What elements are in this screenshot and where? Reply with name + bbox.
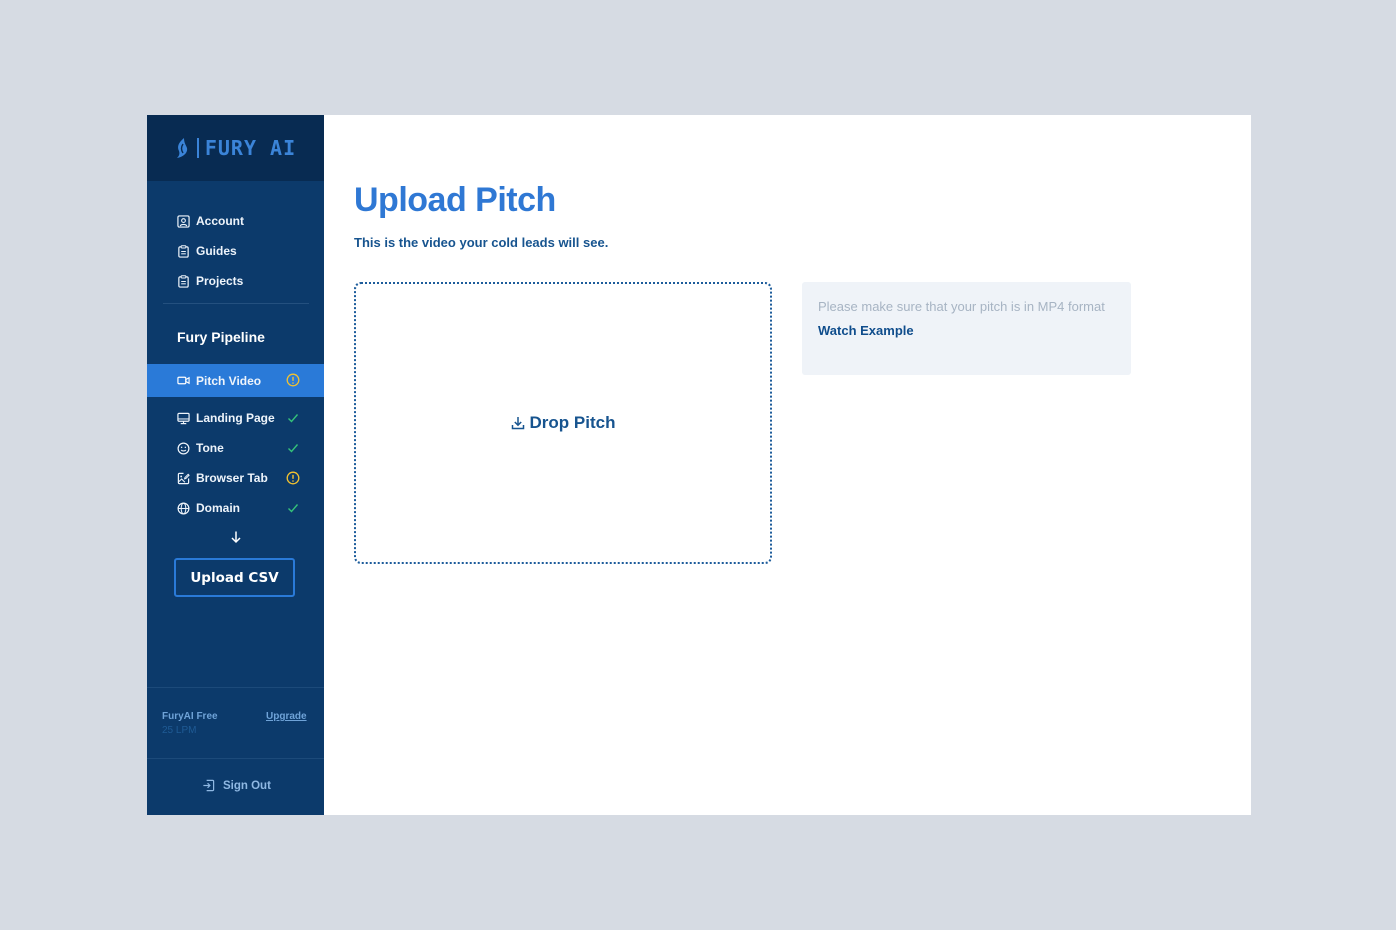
image-edit-icon bbox=[177, 472, 190, 484]
page-subtitle: This is the video your cold leads will s… bbox=[354, 235, 609, 250]
nav-item-account[interactable]: Account bbox=[177, 206, 244, 236]
brand-header: FURY AI bbox=[147, 115, 324, 181]
nav-divider bbox=[163, 303, 309, 304]
pipeline-item-content: Pitch Video bbox=[177, 374, 261, 388]
pipeline-item-tone[interactable]: Tone bbox=[147, 433, 324, 463]
pitch-dropzone[interactable]: Drop Pitch bbox=[354, 282, 772, 564]
pipeline-item-browser-tab[interactable]: Browser Tab bbox=[147, 463, 324, 493]
pipeline-item-label: Pitch Video bbox=[196, 373, 262, 388]
sign-out-label: Sign Out bbox=[223, 779, 271, 792]
nav-item-label: Projects bbox=[196, 274, 244, 288]
pipeline-item-label: Tone bbox=[196, 441, 224, 455]
arrow-down-icon bbox=[231, 531, 241, 544]
plan-limit: 25 LPM bbox=[162, 725, 197, 736]
pipeline-item-content: Domain bbox=[177, 501, 240, 515]
page-title: Upload Pitch bbox=[354, 181, 556, 219]
flame-logo-icon bbox=[176, 138, 187, 158]
globe-icon bbox=[177, 502, 190, 514]
signout-divider bbox=[147, 758, 324, 759]
sidebar: FURY AI Account Guides Projects Fury Pip… bbox=[147, 115, 324, 815]
pipeline-item-domain[interactable]: Domain bbox=[147, 493, 324, 523]
monitor-icon bbox=[177, 412, 190, 424]
pipeline-item-label: Domain bbox=[196, 501, 241, 515]
check-icon bbox=[288, 414, 299, 423]
nav-item-guides[interactable]: Guides bbox=[177, 236, 244, 266]
clipboard-icon bbox=[178, 274, 189, 288]
warning-icon bbox=[286, 373, 300, 387]
pipeline-item-content: Tone bbox=[177, 441, 224, 455]
app-window: FURY AI Account Guides Projects Fury Pip… bbox=[147, 115, 1251, 815]
warning-icon bbox=[286, 471, 300, 485]
check-icon bbox=[288, 504, 299, 513]
pipeline-title: Fury Pipeline bbox=[177, 329, 265, 345]
pipeline-item-label: Browser Tab bbox=[196, 471, 268, 485]
pipeline-item-pitch-video[interactable]: Pitch Video bbox=[147, 364, 324, 397]
video-icon bbox=[177, 376, 190, 385]
format-info-text: Please make sure that your pitch is in M… bbox=[818, 299, 1105, 314]
download-icon bbox=[511, 417, 524, 430]
brand-logo-text: FURY AI bbox=[204, 136, 297, 160]
sign-out-button[interactable]: Sign Out bbox=[202, 779, 271, 792]
drop-label: Drop Pitch bbox=[511, 413, 616, 433]
sign-out-icon bbox=[203, 779, 215, 792]
upgrade-link[interactable]: Upgrade bbox=[266, 711, 307, 722]
format-info-box: Please make sure that your pitch is in M… bbox=[802, 282, 1131, 375]
pipeline-item-content: Browser Tab bbox=[177, 471, 268, 485]
nav-item-label: Guides bbox=[196, 244, 237, 258]
smiley-icon bbox=[177, 442, 190, 454]
pipeline-item-label: Landing Page bbox=[196, 411, 275, 425]
pipeline-item-landing-page[interactable]: Landing Page bbox=[147, 403, 324, 433]
pipeline-item-content: Landing Page bbox=[177, 411, 275, 425]
plan-name: FuryAI Free bbox=[162, 711, 218, 722]
plan-divider bbox=[147, 687, 324, 688]
brand-separator bbox=[196, 138, 199, 158]
main-nav: Account Guides Projects bbox=[177, 206, 244, 296]
account-icon bbox=[177, 214, 190, 228]
nav-item-projects[interactable]: Projects bbox=[177, 266, 244, 296]
drop-label-text: Drop Pitch bbox=[529, 413, 616, 432]
watch-example-link[interactable]: Watch Example bbox=[818, 323, 914, 338]
nav-item-label: Account bbox=[196, 214, 244, 228]
upload-csv-button[interactable]: Upload CSV bbox=[174, 558, 295, 597]
clipboard-icon bbox=[178, 244, 189, 258]
check-icon bbox=[288, 444, 299, 453]
